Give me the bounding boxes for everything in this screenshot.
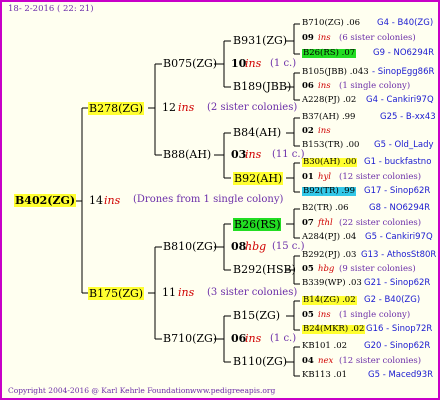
gen2-queen-0[interactable]: B075(ZG) bbox=[163, 58, 217, 69]
gen2-note-0: (1 c.) bbox=[270, 58, 297, 69]
gen4-tail-6: G25 - B-xx43 bbox=[380, 112, 436, 122]
gen4-id-8[interactable]: B153(TR) .00 bbox=[302, 141, 359, 150]
gen4-tail-5: G4 - Cankiri97Q bbox=[366, 95, 434, 105]
gen4-id-5[interactable]: A228(PJ) .02 bbox=[302, 96, 356, 105]
gen4-id-14[interactable]: A284(PJ) .04 bbox=[302, 233, 356, 242]
pedigree-frame: 18- 2-2016 ( 22: 21) B402(ZG) 14 ins (Dr… bbox=[0, 0, 440, 400]
gen4-ins-13: fthl bbox=[318, 218, 333, 228]
gen4-count-22: 04 bbox=[302, 356, 314, 366]
gen4-id-3[interactable]: B105(JBB) .043 bbox=[302, 68, 369, 77]
gen4-count-1: 09 bbox=[302, 33, 314, 43]
gen4-count-4: 06 bbox=[302, 81, 314, 91]
gen4-tail-15: G13 - AthosSt80R bbox=[361, 250, 437, 260]
gen1-note-0: (2 sister colonies) bbox=[207, 102, 298, 113]
gen4-count-13: 07 bbox=[302, 218, 314, 228]
gen4-note-4: (1 single colony) bbox=[339, 81, 411, 91]
gen4-tail-3: - SinopEgg86R bbox=[372, 67, 435, 77]
date-stamp: 18- 2-2016 ( 22: 21) bbox=[8, 4, 94, 14]
gen4-tail-9: G1 - buckfastno bbox=[364, 157, 432, 167]
gen4-id-18[interactable]: B14(ZG) .02 bbox=[302, 296, 357, 305]
gen4-id-12[interactable]: B2(TR) .06 bbox=[302, 204, 349, 213]
gen3-queen-3[interactable]: B92(AH) bbox=[233, 172, 284, 185]
gen4-ins-16: hbg bbox=[318, 264, 335, 274]
gen4-count-19: 05 bbox=[302, 310, 314, 320]
gen4-ins-7: ins bbox=[318, 126, 331, 136]
gen4-id-11[interactable]: B92(TR) .99 bbox=[302, 187, 356, 196]
gen4-tail-2: G9 - NO6294R bbox=[373, 48, 435, 58]
gen4-tail-20: G16 - Sinop72R bbox=[366, 324, 433, 334]
gen4-tail-8: G5 - Old_Lady bbox=[374, 140, 434, 150]
gen2-queen-2[interactable]: B810(ZG) bbox=[163, 241, 217, 252]
gen2-ins-3: ins bbox=[245, 332, 262, 345]
gen4-note-22: (12 sister colonies) bbox=[339, 356, 422, 366]
gen2-note-2: (15 c.) bbox=[272, 241, 305, 252]
gen2-ins-1: ins bbox=[245, 148, 262, 161]
gen4-id-2[interactable]: B26(RS) .07 bbox=[302, 49, 357, 58]
root-queen[interactable]: B402(ZG) bbox=[14, 194, 77, 207]
gen4-count-10: 01 bbox=[302, 172, 314, 182]
gen1-count-0: 12 bbox=[162, 101, 176, 114]
gen4-id-9[interactable]: B30(AH) .00 bbox=[302, 158, 358, 167]
gen2-queen-1[interactable]: B88(AH) bbox=[163, 149, 211, 160]
gen4-note-1: (6 sister colonies) bbox=[339, 33, 416, 43]
gen2-ins-0: ins bbox=[245, 57, 262, 70]
footer-site-link[interactable]: www.pedigreeapis.org bbox=[190, 387, 275, 395]
gen4-note-13: (22 sister colonies) bbox=[339, 218, 422, 228]
gen4-ins-1: ins bbox=[318, 33, 331, 43]
gen4-id-21[interactable]: KB101 .02 bbox=[302, 342, 347, 351]
gen3-queen-5[interactable]: B292(HSB) bbox=[233, 264, 296, 275]
gen2-ins-2: hbg bbox=[245, 240, 267, 253]
gen4-id-6[interactable]: B37(AH) .99 bbox=[302, 113, 355, 122]
gen4-id-20[interactable]: B24(MKR) .02 bbox=[302, 325, 366, 334]
root-ins: ins bbox=[104, 194, 121, 207]
gen4-note-19: (1 single colony) bbox=[339, 310, 411, 320]
gen3-queen-4[interactable]: B26(RS) bbox=[233, 218, 282, 231]
gen3-queen-2[interactable]: B84(AH) bbox=[233, 127, 281, 138]
footer-copyright: Copyright 2004-2016 @ Karl Kehrle Founda… bbox=[8, 386, 193, 395]
gen3-queen-7[interactable]: B110(ZG) bbox=[233, 356, 287, 367]
root-count: 14 bbox=[89, 194, 103, 207]
gen4-tail-23: G5 - Maced93R bbox=[368, 370, 434, 380]
gen4-tail-12: G8 - NO6294R bbox=[369, 203, 431, 213]
gen4-count-16: 05 bbox=[302, 264, 314, 274]
gen4-tail-21: G20 - Sinop62R bbox=[364, 341, 431, 351]
gen4-tail-17: G21 - Sinop62R bbox=[364, 278, 431, 288]
gen4-id-17[interactable]: B339(WP) .03 bbox=[302, 279, 362, 288]
gen4-ins-4: ins bbox=[318, 81, 331, 91]
gen2-queen-3[interactable]: B710(ZG) bbox=[163, 333, 217, 344]
gen4-tail-18: G2 - B40(ZG) bbox=[364, 295, 421, 305]
gen1-queen-1[interactable]: B175(ZG) bbox=[88, 287, 145, 300]
gen4-id-0[interactable]: B710(ZG) .06 bbox=[302, 19, 360, 28]
gen4-note-10: (12 sister colonies) bbox=[339, 172, 422, 182]
gen4-ins-22: nex bbox=[318, 356, 334, 366]
gen4-tail-11: G17 - Sinop62R bbox=[364, 186, 431, 196]
gen4-count-7: 02 bbox=[302, 126, 314, 136]
gen4-id-15[interactable]: B292(PJ) .03 bbox=[302, 251, 356, 260]
gen4-tail-14: G5 - Cankiri97Q bbox=[365, 232, 433, 242]
gen3-queen-0[interactable]: B931(ZG) bbox=[233, 35, 287, 46]
gen4-ins-10: hyl bbox=[318, 172, 331, 182]
gen1-queen-0[interactable]: B278(ZG) bbox=[88, 102, 145, 115]
gen1-count-1: 11 bbox=[162, 286, 176, 299]
gen1-ins-1: ins bbox=[178, 286, 195, 299]
gen3-queen-1[interactable]: B189(JBB) bbox=[233, 81, 291, 92]
root-note: (Drones from 1 single colony) bbox=[133, 194, 284, 205]
gen1-note-1: (3 sister colonies) bbox=[207, 287, 298, 298]
gen4-tail-0: G4 - B40(ZG) bbox=[377, 18, 434, 28]
gen4-ins-19: ins bbox=[318, 310, 331, 320]
gen3-queen-6[interactable]: B15(ZG) bbox=[233, 310, 280, 321]
gen2-note-3: (1 c.) bbox=[270, 333, 297, 344]
gen4-id-23[interactable]: KB113 .01 bbox=[302, 371, 347, 380]
gen4-note-16: (9 sister colonies) bbox=[339, 264, 416, 274]
gen1-ins-0: ins bbox=[178, 101, 195, 114]
gen2-note-1: (11 c.) bbox=[272, 149, 305, 160]
